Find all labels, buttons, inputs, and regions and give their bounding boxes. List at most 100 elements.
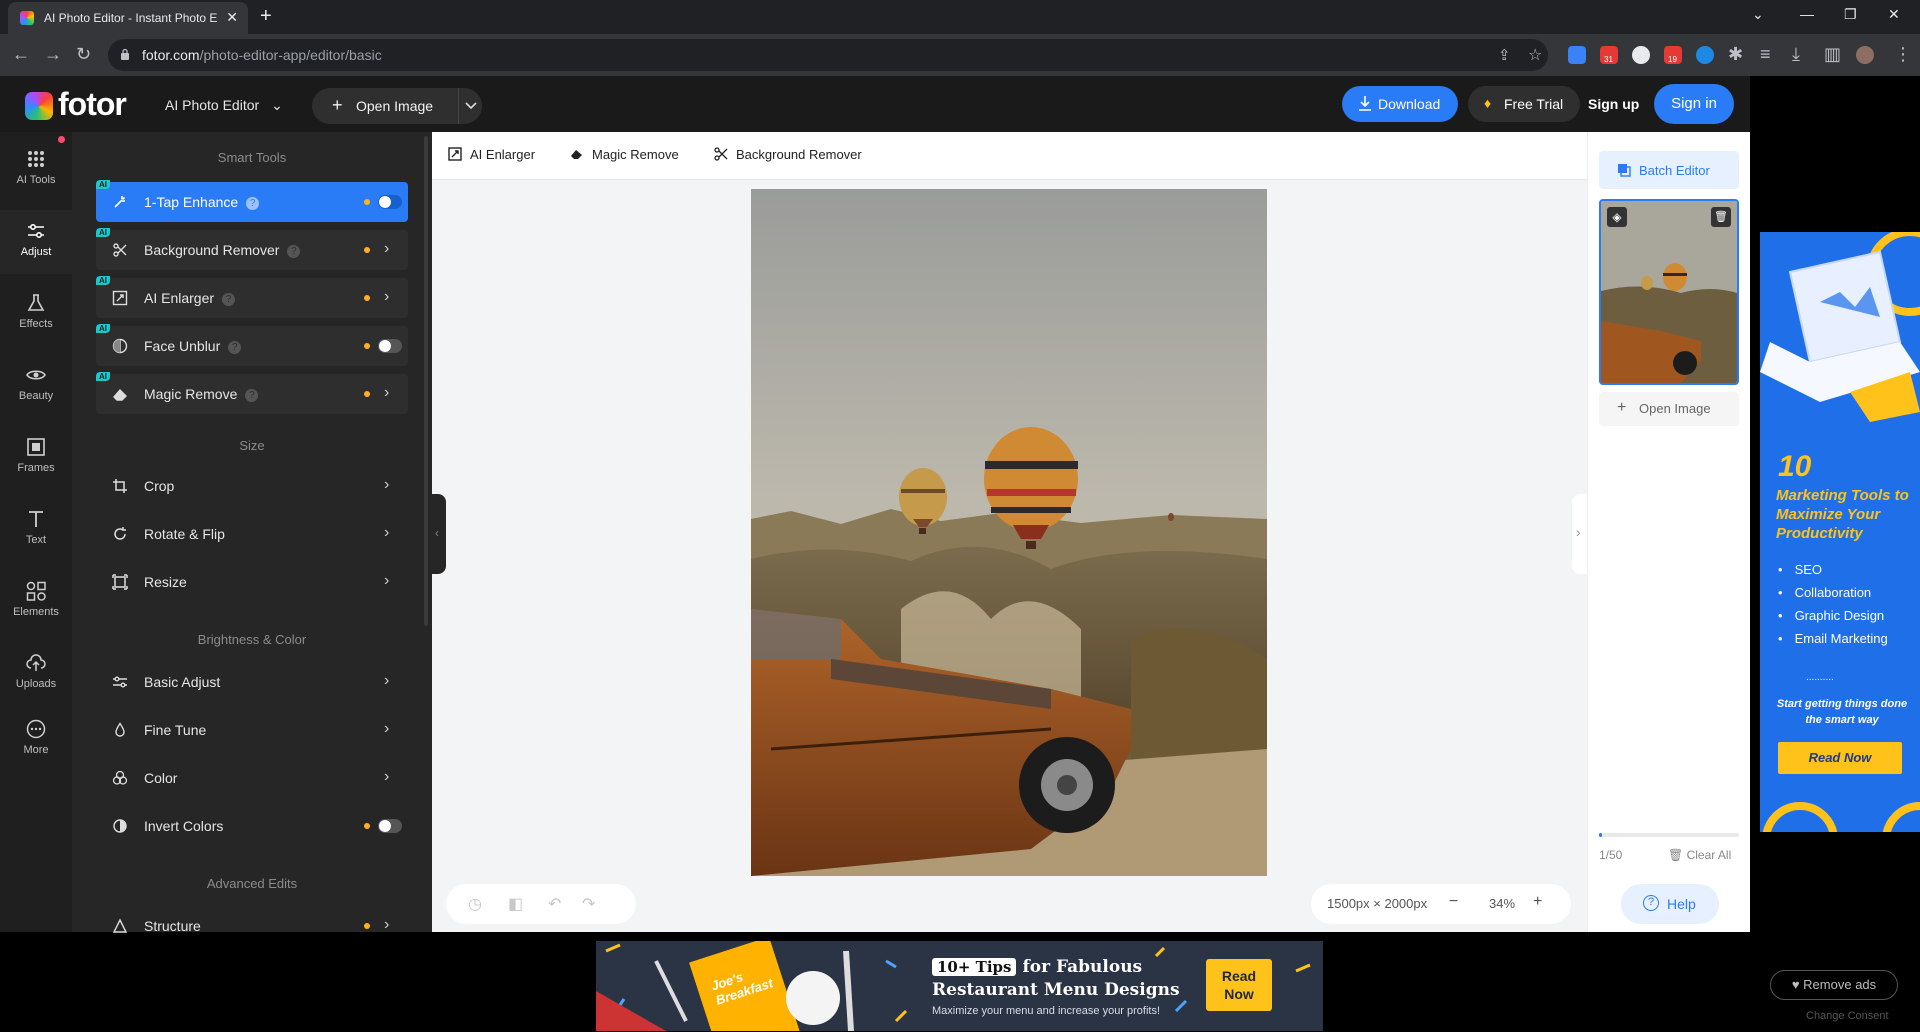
- tab-search-icon[interactable]: ⌄: [1752, 6, 1764, 23]
- extension-badge: 19: [1668, 55, 1677, 64]
- ad-read-now-button[interactable]: Read Now: [1778, 742, 1902, 774]
- rail-item-uploads[interactable]: Uploads: [0, 642, 72, 706]
- invert-colors-toggle[interactable]: [378, 819, 402, 833]
- help-icon[interactable]: ?: [228, 341, 242, 354]
- forward-icon[interactable]: →: [44, 44, 62, 64]
- fotor-logo-text[interactable]: fotor: [58, 86, 127, 123]
- change-consent-link[interactable]: Change Consent: [1806, 1010, 1889, 1022]
- reload-icon[interactable]: ↻: [76, 44, 91, 64]
- browser-tab[interactable]: AI Photo Editor - Instant Photo E ✕: [8, 2, 248, 34]
- tool-color[interactable]: Color ›: [96, 758, 408, 798]
- help-circle-icon: ?: [1643, 895, 1659, 911]
- restore-icon[interactable]: ❐: [1844, 6, 1857, 23]
- expand-right-panel-handle[interactable]: ›: [1572, 494, 1588, 574]
- undo-icon[interactable]: ↶: [548, 894, 561, 914]
- help-icon[interactable]: ?: [245, 389, 259, 402]
- extension-s-icon[interactable]: [1568, 46, 1586, 64]
- layers-icon[interactable]: ◈: [1607, 207, 1627, 227]
- rail-item-text[interactable]: Text: [0, 498, 72, 562]
- chevron-right-icon: ›: [384, 476, 390, 493]
- ad-read-now-button[interactable]: Read Now: [1206, 959, 1272, 1011]
- premium-dot: [364, 343, 370, 349]
- rail-item-frames[interactable]: Frames: [0, 426, 72, 490]
- help-button[interactable]: ? Help: [1621, 884, 1719, 924]
- help-icon[interactable]: ?: [287, 245, 301, 258]
- redo-icon[interactable]: ↷: [582, 894, 595, 914]
- fotor-logo-icon[interactable]: [25, 92, 53, 120]
- ai-photo-editor-dropdown[interactable]: AI Photo Editor ⌄: [165, 97, 283, 114]
- enhance-toggle[interactable]: [378, 195, 402, 209]
- chevron-down-icon: [465, 102, 477, 110]
- trash-icon[interactable]: 🗑: [1711, 207, 1731, 227]
- extensions-puzzle-icon[interactable]: ✱: [1728, 44, 1743, 64]
- extension-c-icon[interactable]: [1696, 46, 1714, 64]
- back-icon[interactable]: ←: [12, 44, 30, 64]
- quick-magic-remove[interactable]: Magic Remove: [570, 147, 679, 162]
- zoom-in-button[interactable]: +: [1533, 893, 1542, 911]
- tool-face-unblur[interactable]: AI Face Unblur?: [96, 324, 408, 366]
- tool-resize[interactable]: Resize ›: [96, 562, 408, 602]
- share-icon[interactable]: ⇪: [1498, 46, 1511, 64]
- rail-item-effects[interactable]: Effects: [0, 282, 72, 346]
- chevron-left-icon: ‹: [435, 526, 439, 540]
- tool-invert-colors[interactable]: Invert Colors: [96, 806, 408, 846]
- ad-subline: Start getting things done the smart way: [1776, 698, 1908, 726]
- reading-list-icon[interactable]: ≡: [1760, 44, 1771, 64]
- rail-item-ai-tools[interactable]: AI Tools: [0, 138, 72, 202]
- quick-background-remover[interactable]: Background Remover: [714, 147, 862, 162]
- zoom-level[interactable]: 34%: [1489, 896, 1515, 911]
- face-unblur-toggle[interactable]: [378, 339, 402, 353]
- extension-calendar-icon[interactable]: 31: [1600, 46, 1618, 64]
- diamond-icon: ♦: [1484, 95, 1492, 111]
- open-image-dropdown[interactable]: [458, 88, 482, 124]
- tool-basic-adjust[interactable]: Basic Adjust ›: [96, 662, 408, 702]
- rail-item-elements[interactable]: Elements: [0, 570, 72, 634]
- tool-ai-enlarger[interactable]: AI AI Enlarger? ›: [96, 276, 408, 318]
- tool-magic-remove[interactable]: AI Magic Remove? ›: [96, 372, 408, 414]
- free-trial-button[interactable]: ♦ Free Trial: [1468, 86, 1580, 122]
- history-icon[interactable]: ◷: [468, 894, 482, 914]
- image-thumbnail[interactable]: ◈ 🗑: [1599, 199, 1739, 385]
- download-button[interactable]: Download: [1342, 86, 1458, 122]
- bottom-advertisement[interactable]: Joe's Breakfast 10+ Tips for Fabulous Res…: [596, 941, 1323, 1031]
- rail-item-adjust[interactable]: Adjust: [0, 210, 72, 274]
- minimize-icon[interactable]: —: [1800, 6, 1814, 22]
- help-icon[interactable]: ?: [246, 197, 260, 210]
- batch-editor-button[interactable]: Batch Editor: [1599, 151, 1739, 189]
- rail-item-beauty[interactable]: Beauty: [0, 354, 72, 418]
- tool-crop[interactable]: Crop ›: [96, 466, 408, 506]
- rail-item-more[interactable]: More: [0, 708, 72, 772]
- tool-rotate-flip[interactable]: Rotate & Flip ›: [96, 514, 408, 554]
- sign-in-button[interactable]: Sign in: [1654, 84, 1734, 124]
- clear-all-button[interactable]: 🗑 Clear All: [1668, 848, 1731, 862]
- new-tab-button[interactable]: +: [260, 6, 272, 26]
- extension-mail-icon[interactable]: 19: [1664, 46, 1682, 64]
- panel-scrollbar[interactable]: [424, 136, 428, 626]
- sign-up-link[interactable]: Sign up: [1588, 96, 1639, 112]
- extension-plus-icon[interactable]: [1632, 46, 1650, 64]
- compare-icon[interactable]: ◧: [508, 894, 523, 914]
- downloads-icon[interactable]: ⤓: [1792, 44, 1800, 64]
- bookmark-star-icon[interactable]: ☆: [1528, 45, 1542, 65]
- browser-menu-icon[interactable]: ⋮: [1894, 44, 1912, 64]
- tool-fine-tune[interactable]: Fine Tune ›: [96, 710, 408, 750]
- chevron-right-icon: ›: [384, 916, 390, 933]
- remove-ads-button[interactable]: ♥ Remove ads: [1770, 970, 1898, 1000]
- window-close-icon[interactable]: ✕: [1888, 6, 1900, 23]
- tool-1-tap-enhance[interactable]: AI 1-Tap Enhance?: [96, 180, 408, 222]
- quick-ai-enlarger[interactable]: AI Enlarger: [448, 147, 535, 162]
- tool-structure[interactable]: Structure ›: [96, 906, 408, 946]
- side-advertisement[interactable]: 10 Marketing Tools to Maximize Your Prod…: [1760, 232, 1920, 832]
- tool-background-remover[interactable]: AI Background Remover? ›: [96, 228, 408, 270]
- photo-canvas[interactable]: [751, 189, 1267, 876]
- profile-avatar-icon[interactable]: [1856, 46, 1874, 64]
- open-image-button[interactable]: + Open Image: [312, 88, 454, 124]
- tab-close-icon[interactable]: ✕: [226, 9, 238, 26]
- zoom-out-button[interactable]: −: [1449, 893, 1458, 911]
- address-bar[interactable]: fotor.com/photo-editor-app/editor/basic …: [108, 39, 1548, 71]
- collapse-panel-handle[interactable]: ‹: [432, 494, 446, 574]
- help-icon[interactable]: ?: [222, 293, 236, 306]
- right-open-image-button[interactable]: + Open Image: [1599, 392, 1739, 426]
- tool-label: Color: [144, 770, 178, 786]
- side-panel-icon[interactable]: ▥: [1824, 44, 1841, 64]
